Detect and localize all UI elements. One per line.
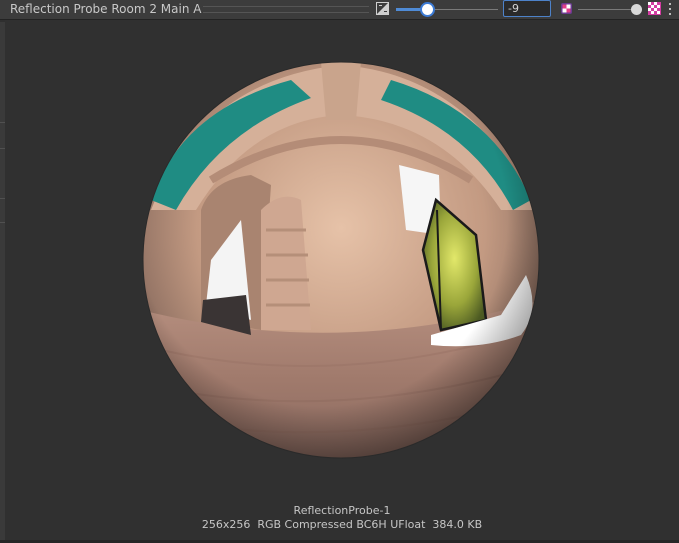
exposure-slider[interactable] xyxy=(578,4,642,15)
preview-title: Reflection Probe Room 2 Main A xyxy=(10,2,202,16)
checkerboard-alpha-icon[interactable] xyxy=(648,2,661,15)
preview-toolbar: Reflection Probe Room 2 Main A xyxy=(0,0,679,20)
toolbar-drag-handle[interactable] xyxy=(203,6,369,13)
rgb-channels-icon[interactable] xyxy=(560,2,573,15)
texture-info: ReflectionProbe-1 256x256 RGB Compressed… xyxy=(5,504,679,532)
asset-format-label: 256x256 RGB Compressed BC6H UFloat 384.0… xyxy=(201,518,483,531)
exposure-input[interactable] xyxy=(503,0,551,17)
exposure-slider-knob[interactable] xyxy=(631,4,642,15)
asset-name-label: ReflectionProbe-1 xyxy=(293,504,391,517)
mip-level-slider[interactable] xyxy=(396,4,498,15)
texture-preview-window: Reflection Probe Room 2 Main A -9 Reflec… xyxy=(0,0,679,543)
reflection-probe-sphere[interactable] xyxy=(141,60,541,464)
kebab-menu-icon[interactable] xyxy=(666,2,674,16)
mip-level-slider-knob[interactable] xyxy=(422,4,433,15)
exposure-icon[interactable] xyxy=(376,2,389,15)
